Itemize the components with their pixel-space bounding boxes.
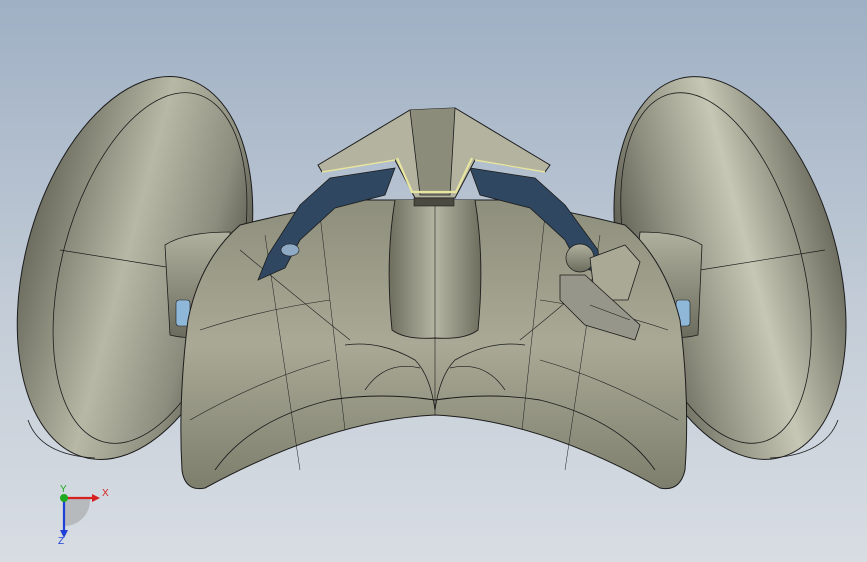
z-axis-label: Z: [58, 536, 64, 546]
orientation-triad: X Y Z: [58, 484, 109, 546]
x-axis-label: X: [102, 488, 109, 499]
y-axis-dot-icon: [60, 494, 68, 502]
y-axis-label: Y: [60, 484, 67, 495]
main-body[interactable]: [180, 199, 688, 490]
3d-model-view[interactable]: [0, 0, 867, 562]
graphics-viewport[interactable]: X Y Z: [0, 0, 867, 562]
